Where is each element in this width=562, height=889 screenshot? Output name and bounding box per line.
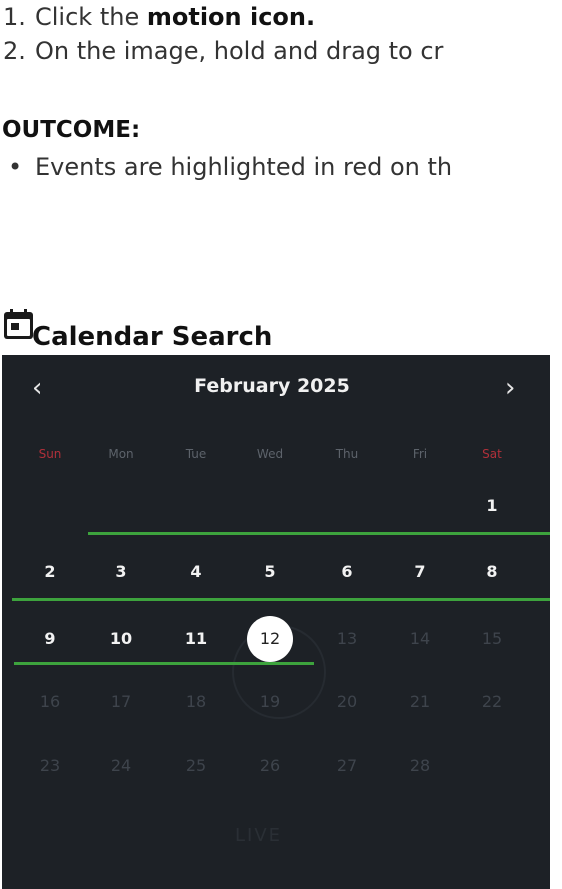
calendar-day[interactable]: 7 — [385, 555, 455, 589]
recording-timeline-bar — [14, 662, 314, 665]
weekday-label-sat: Sat — [482, 447, 502, 461]
calendar-day[interactable]: 26 — [235, 749, 305, 783]
calendar-day[interactable]: 28 — [385, 749, 455, 783]
calendar-day[interactable]: 25 — [161, 749, 231, 783]
calendar-day[interactable]: 20 — [312, 685, 382, 719]
weekday-label-wed: Wed — [256, 447, 284, 461]
calendar-day[interactable]: 2 — [15, 555, 85, 589]
month-label: February 2025 — [194, 375, 350, 397]
calendar-day[interactable]: 23 — [15, 749, 85, 783]
calendar-day[interactable]: 6 — [312, 555, 382, 589]
step-2: 2. On the image, hold and drag to cr — [0, 34, 562, 68]
weekday-label-fri: Fri — [412, 447, 428, 461]
calendar-day[interactable]: 16 — [15, 685, 85, 719]
live-watermark: LIVE — [235, 825, 283, 846]
calendar-day[interactable]: 10 — [86, 622, 156, 656]
recording-timeline-bar — [12, 598, 550, 601]
step-text-plain: Click the — [35, 3, 147, 31]
prev-month-button[interactable]: ‹ — [32, 373, 42, 403]
calendar-day[interactable]: 14 — [385, 622, 455, 656]
weekday-label-sun: Sun — [38, 447, 62, 461]
step-number: 2. — [3, 37, 26, 65]
calendar-day[interactable]: 27 — [312, 749, 382, 783]
step-number: 1. — [3, 3, 26, 31]
step-text: On the image, hold and drag to cr — [35, 37, 444, 65]
step-text: Click the motion icon. — [35, 0, 315, 34]
calendar-day[interactable]: 19 — [235, 685, 305, 719]
calendar-day[interactable]: 21 — [385, 685, 455, 719]
calendar-search-heading: Calendar Search — [2, 306, 402, 352]
calendar-day[interactable]: 8 — [457, 555, 527, 589]
calendar-day[interactable]: 11 — [161, 622, 231, 656]
outcome-text: Events are highlighted in red on th — [35, 153, 453, 181]
calendar-day[interactable]: 4 — [161, 555, 231, 589]
recording-timeline-bar — [88, 532, 550, 535]
weekday-label-mon: Mon — [108, 447, 134, 461]
calendar-widget: ‹ February 2025 › LIVE Sun Mon Tue Wed Thu Fr… — [2, 355, 550, 889]
next-month-button[interactable]: › — [505, 373, 515, 403]
calendar-day[interactable]: 1 — [457, 489, 527, 523]
calendar-day-selected[interactable]: 12 — [247, 616, 293, 662]
weekday-label-tue: Tue — [185, 447, 207, 461]
calendar-day[interactable]: 3 — [86, 555, 156, 589]
weekday-label-thu: Thu — [335, 447, 359, 461]
step-text-bold: motion icon. — [146, 3, 316, 31]
calendar-day[interactable]: 22 — [457, 685, 527, 719]
outcome-list-item: • Events are highlighted in red on th — [0, 150, 562, 184]
calendar-day[interactable]: 13 — [312, 622, 382, 656]
instruction-steps: 1. Click the motion icon. 2. On the imag… — [0, 0, 562, 70]
calendar-day[interactable]: 17 — [86, 685, 156, 719]
calendar-search-title: Calendar Search — [32, 322, 273, 352]
outcome-heading: OUTCOME: — [2, 117, 141, 143]
calendar-day[interactable]: 15 — [457, 622, 527, 656]
calendar-day[interactable]: 24 — [86, 749, 156, 783]
step-1: 1. Click the motion icon. — [0, 0, 562, 34]
calendar-day[interactable]: 9 — [15, 622, 85, 656]
calendar-day[interactable]: 18 — [161, 685, 231, 719]
calendar-day[interactable]: 5 — [235, 555, 305, 589]
bullet: • — [8, 153, 23, 181]
